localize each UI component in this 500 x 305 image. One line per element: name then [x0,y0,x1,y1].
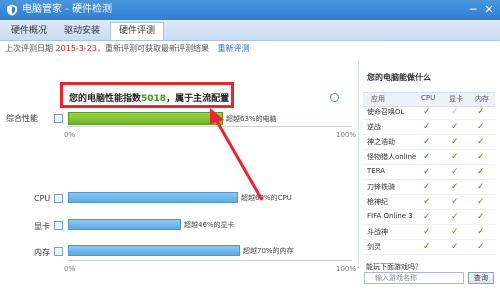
checkmark-icon: ✓ [477,122,485,132]
checkmark-icon: ✓ [477,167,485,177]
checkmark-icon: ✓ [451,107,459,117]
checkmark-icon: ✓ [477,137,485,147]
col-app: 应用 [371,95,385,103]
checkmark-icon: ✓ [477,227,485,237]
checkmark-icon: ✓ [451,167,459,177]
checkmark-icon: ✓ [451,152,459,162]
game-name: 使命召唤OL [367,108,405,116]
col-memory: 内存 [475,95,489,103]
game-query: 能玩下面游戏吗？ 输入游戏名称 查询 [358,263,500,305]
capability-row: 神之浩劫 ✓ ✓ ✓ [363,136,495,150]
checkmark-icon: ✓ [451,197,459,207]
capability-row: 刀锋铁骑 ✓ ✓ ✓ [363,181,495,195]
checkmark-icon: ✓ [477,182,485,192]
capability-table-header: 应用 CPU 显卡 内存 [363,92,495,107]
checkmark-icon: ✓ [423,227,431,237]
col-gpu: 显卡 [449,95,463,103]
checkmark-icon: ✓ [423,107,431,117]
checkmark-icon: ✓ [451,227,459,237]
app-window: 电脑管家 - 硬件检测 ─ ✕ 硬件概况 驱动安装 硬件评测 上次评测日期 20… [0,0,500,305]
capability-row: TERA ✓ ✓ ✓ [363,166,495,180]
checkmark-icon: ✓ [423,137,431,147]
checkmark-icon: ✓ [423,197,431,207]
game-query-question: 能玩下面游戏吗？ [366,263,422,271]
capability-row: 逆战 ✓ ✓ ✓ [363,121,495,135]
checkmark-icon: ✓ [423,212,431,222]
game-name: 逆战 [367,123,381,131]
capability-row: 怪物猎人online ✓ ✓ ✓ [363,151,495,165]
game-name: 怪物猎人online [367,153,417,161]
game-search-button[interactable]: 查询 [468,272,494,284]
capability-heading: 您的电脑能做什么 [367,73,431,82]
checkmark-icon: ✓ [423,182,431,192]
checkmark-icon: ✓ [423,167,431,177]
checkmark-icon: ✓ [477,152,485,162]
checkmark-icon: ✓ [451,242,459,252]
capability-row: 剑灵 ✓ ✓ ✓ [363,241,495,255]
checkmark-icon: ✓ [451,182,459,192]
checkmark-icon: ✓ [477,242,485,252]
game-search-input[interactable]: 输入游戏名称 [364,272,464,284]
checkmark-icon: ✓ [451,212,459,222]
game-name: 斗战神 [367,228,388,236]
game-name: 神之浩劫 [367,138,395,146]
checkmark-icon: ✓ [423,152,431,162]
capability-row: FIFA Online 3 ✓ ✓ ✓ [363,211,495,225]
checkmark-icon: ✓ [451,137,459,147]
checkmark-icon: ✓ [477,107,485,117]
capability-row: 斗战神 ✓ ✓ ✓ [363,226,495,240]
capability-row: 使命召唤OL ✓ ✓ ✓ [363,106,495,120]
game-name: FIFA Online 3 [367,212,413,220]
capability-row: 枪神纪 ✓ ✓ ✓ [363,196,495,210]
col-cpu: CPU [421,94,436,102]
game-name: 刀锋铁骑 [367,183,395,191]
game-name: 剑灵 [367,243,381,251]
checkmark-icon: ✓ [423,242,431,252]
checkmark-icon: ✓ [423,122,431,132]
checkmark-icon: ✓ [451,122,459,132]
checkmark-icon: ✓ [477,197,485,207]
game-name: 枪神纪 [367,198,388,206]
checkmark-icon: ✓ [477,212,485,222]
game-name: TERA [367,167,386,175]
